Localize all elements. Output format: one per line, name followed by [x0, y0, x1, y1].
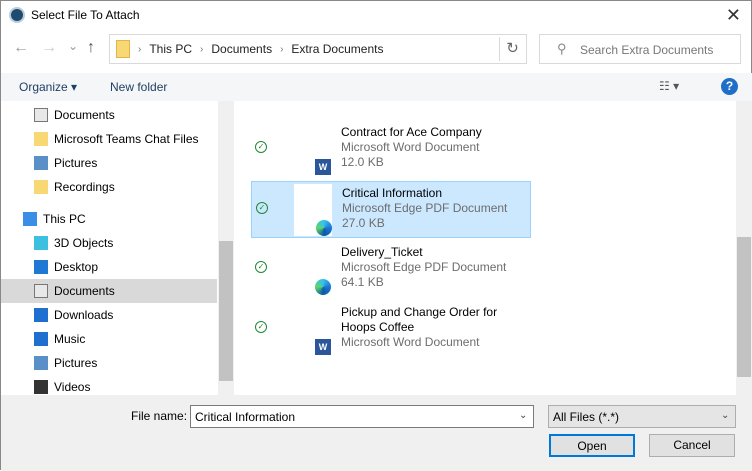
edge-icon: [315, 279, 331, 295]
video-icon: [34, 380, 48, 394]
sidebar-item-label: Documents: [54, 108, 115, 122]
sidebar-item[interactable]: This PC: [1, 207, 217, 231]
sidebar-item-label: Desktop: [54, 260, 99, 274]
open-button[interactable]: Open: [549, 434, 635, 457]
sidebar-item-label: Microsoft Teams Chat Files: [54, 132, 199, 146]
file-size: 12.0 KB: [341, 155, 384, 169]
sidebar-item[interactable]: Microsoft Teams Chat Files: [1, 127, 217, 151]
music-icon: [34, 332, 48, 346]
file-item[interactable]: ✓ W Contract for Ace Company Microsoft Word…: [251, 121, 531, 178]
sidebar-item-label: Pictures: [54, 156, 98, 170]
window-title: Select File To Attach: [31, 8, 140, 22]
navigation-pane: Documents Microsoft Teams Chat Files Pictu…: [1, 101, 233, 395]
breadcrumb-documents[interactable]: Documents: [211, 42, 272, 56]
back-button[interactable]: ←: [13, 39, 29, 57]
sidebar-item-label: Downloads: [54, 308, 114, 322]
sync-status-icon: ✓: [255, 141, 267, 153]
sidebar-scrollbar-thumb[interactable]: [219, 241, 233, 381]
pictures-icon: [34, 156, 48, 170]
sidebar-item[interactable]: Downloads: [1, 303, 217, 327]
sidebar-item[interactable]: Pictures: [1, 351, 217, 375]
breadcrumb-this-pc[interactable]: This PC: [149, 42, 192, 56]
breadcrumb-extra-documents[interactable]: Extra Documents: [291, 42, 383, 56]
document-icon: [34, 284, 48, 298]
computer-icon: [23, 212, 37, 226]
address-bar[interactable]: › This PC › Documents › Extra Documents: [109, 34, 527, 64]
sidebar-item[interactable]: Videos: [1, 375, 217, 395]
pictures-icon: [34, 356, 48, 370]
file-item[interactable]: ✓ Delivery_Ticket Microsoft Edge PDF Docum…: [251, 241, 531, 298]
close-button[interactable]: ✕: [726, 5, 741, 26]
file-name: Contract for Ace Company: [341, 125, 482, 139]
sidebar-item[interactable]: Pictures: [1, 151, 217, 175]
cancel-button[interactable]: Cancel: [649, 434, 735, 457]
file-name: Pickup and Change Order for Hoops Coffee: [341, 305, 498, 334]
app-icon: [9, 7, 25, 23]
search-icon: ⚲: [557, 41, 567, 56]
download-icon: [34, 308, 48, 322]
word-icon: W: [315, 159, 331, 175]
desktop-icon: [34, 260, 48, 274]
file-name: Delivery_Ticket: [341, 245, 423, 259]
new-folder-button[interactable]: New folder: [110, 80, 167, 94]
sync-status-icon: ✓: [256, 202, 268, 214]
forward-button[interactable]: →: [41, 39, 57, 57]
sidebar-item-label: Videos: [54, 380, 91, 394]
document-icon: [34, 108, 48, 122]
sidebar-item[interactable]: Music: [1, 327, 217, 351]
file-type: Microsoft Word Document: [341, 335, 480, 349]
up-button[interactable]: ↑: [87, 39, 95, 57]
sidebar-item[interactable]: Recordings: [1, 175, 217, 199]
help-button[interactable]: ?: [721, 78, 738, 95]
chevron-down-icon[interactable]: ⌄: [721, 410, 729, 421]
recent-locations-button[interactable]: ⌄: [68, 39, 78, 53]
file-list-scrollbar-thumb[interactable]: [737, 237, 751, 377]
file-size: 64.1 KB: [341, 275, 384, 289]
file-name: Critical Information: [342, 186, 443, 200]
file-name-label: File name:: [131, 409, 188, 423]
sidebar-item-label: 3D Objects: [54, 236, 114, 250]
sidebar-item-label: Documents: [54, 284, 115, 298]
sync-status-icon: ✓: [255, 321, 267, 333]
sidebar-item-label: Recordings: [54, 180, 115, 194]
search-input[interactable]: Search Extra Documents: [539, 34, 741, 64]
refresh-button[interactable]: ↻: [499, 37, 525, 61]
change-view-icon[interactable]: ☷ ▾: [659, 79, 679, 93]
sidebar-item[interactable]: 3D Objects: [1, 231, 217, 255]
file-item[interactable]: ✓ W Pickup and Change Order for Hoops Coff…: [251, 301, 531, 358]
sync-status-icon: ✓: [255, 261, 267, 273]
file-type: Microsoft Edge PDF Document: [341, 260, 507, 274]
sidebar-item[interactable]: Documents: [1, 279, 217, 303]
sidebar-item[interactable]: Desktop: [1, 255, 217, 279]
sidebar-item-label: Music: [54, 332, 86, 346]
chevron-right-icon: ›: [200, 43, 204, 55]
folder-icon: [34, 180, 48, 194]
file-type-select[interactable]: All Files (*.*): [548, 405, 736, 428]
chevron-right-icon: ›: [280, 43, 284, 55]
file-name-input[interactable]: Critical Information: [190, 405, 534, 428]
sidebar-item-label: This PC: [43, 212, 86, 226]
folder-icon: [116, 40, 130, 58]
edge-icon: [316, 220, 332, 236]
sidebar-item-label: Pictures: [54, 356, 98, 370]
sidebar-item[interactable]: Documents: [1, 103, 217, 127]
file-item[interactable]: ✓ Critical Information Microsoft Edge PDF …: [251, 181, 531, 238]
chevron-right-icon: ›: [138, 43, 142, 55]
chevron-down-icon[interactable]: ⌄: [519, 410, 527, 421]
file-type: Microsoft Word Document: [341, 140, 480, 154]
file-size: 27.0 KB: [342, 216, 385, 230]
file-type: Microsoft Edge PDF Document: [342, 201, 508, 215]
cube-icon: [34, 236, 48, 250]
word-icon: W: [315, 339, 331, 355]
organize-button[interactable]: Organize ▾: [19, 80, 77, 94]
folder-icon: [34, 132, 48, 146]
